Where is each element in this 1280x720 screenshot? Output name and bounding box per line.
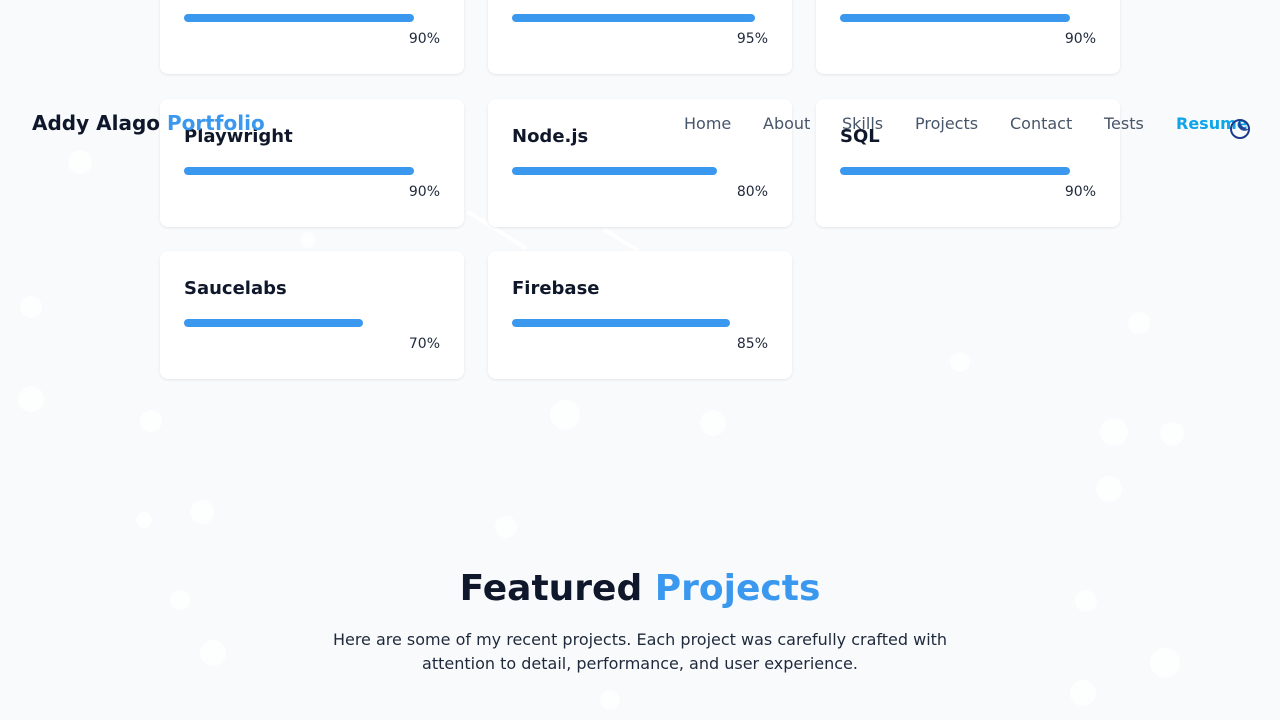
moon-icon[interactable] [1228, 117, 1252, 141]
skill-progress-track [184, 14, 440, 22]
projects-heading: Featured Projects [0, 568, 1280, 609]
skill-percent: 90% [1064, 31, 1096, 47]
skill-progress-fill [512, 14, 755, 22]
skill-progress-fill [840, 14, 1070, 22]
brand-logo[interactable]: Addy Alago Portfolio [32, 111, 265, 135]
skill-progress-track [184, 167, 440, 175]
skill-progress-track [840, 14, 1096, 22]
nav-link-skills[interactable]: Skills [842, 114, 883, 133]
nav-link-projects[interactable]: Projects [915, 114, 978, 133]
skill-card: 90% [160, 0, 464, 74]
skill-progress-fill [184, 167, 414, 175]
skill-card: 95% [488, 0, 792, 74]
skill-percent: 70% [408, 336, 440, 352]
nav-link-tests[interactable]: Tests [1104, 114, 1144, 133]
skill-progress-track [184, 319, 440, 327]
skill-card: Saucelabs 70% [160, 251, 464, 379]
skill-percent: 90% [408, 184, 440, 200]
skill-progress-track [840, 167, 1096, 175]
nav-link-home[interactable]: Home [684, 114, 731, 133]
skill-progress-fill [184, 319, 363, 327]
projects-description: Here are some of my recent projects. Eac… [332, 630, 948, 673]
navbar: Addy Alago Portfolio Home About Skills P… [0, 100, 1280, 148]
skill-percent: 90% [1064, 184, 1096, 200]
nav-link-contact[interactable]: Contact [1010, 114, 1072, 133]
skill-percent: 85% [736, 336, 768, 352]
skill-percent: 80% [736, 184, 768, 200]
skill-progress-track [512, 14, 768, 22]
skill-name: Saucelabs [184, 278, 287, 299]
skill-progress-fill [512, 167, 717, 175]
projects-heading-main: Featured [459, 568, 643, 609]
skill-progress-fill [840, 167, 1070, 175]
skill-percent: 90% [408, 31, 440, 47]
nav-link-about[interactable]: About [763, 114, 810, 133]
projects-heading-accent: Projects [654, 568, 821, 609]
skill-card: 90% [816, 0, 1120, 74]
brand-accent: Portfolio [166, 111, 265, 135]
skill-name: Firebase [512, 278, 600, 299]
skill-card: Firebase 85% [488, 251, 792, 379]
skill-progress-track [512, 167, 768, 175]
skill-progress-fill [512, 319, 730, 327]
skill-progress-fill [184, 14, 414, 22]
brand-name: Addy Alago [32, 111, 160, 135]
skill-percent: 95% [736, 31, 768, 47]
skill-progress-track [512, 319, 768, 327]
